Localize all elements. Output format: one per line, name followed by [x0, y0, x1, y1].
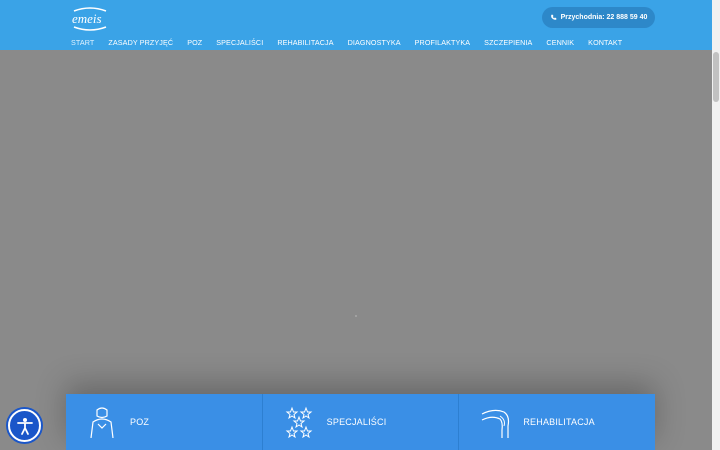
scrollbar-thumb[interactable] [713, 52, 719, 102]
card-poz[interactable]: POZ [66, 394, 263, 450]
nav-item-diagnostyka[interactable]: DIAGNOSTYKA [348, 38, 401, 47]
card-rehabilitacja[interactable]: REHABILITACJA [459, 394, 656, 450]
phone-label: Przychodnia: 22 888 59 40 [560, 14, 648, 21]
site-header: emeis Przychodnia: 22 888 59 40 START ZA… [0, 0, 712, 50]
loading-indicator [355, 315, 357, 317]
page-scrollbar[interactable] [712, 0, 720, 450]
hero-overlay [0, 50, 712, 450]
emeis-logo[interactable]: emeis [70, 5, 110, 33]
nav-item-specjalisci[interactable]: SPECJALIŚCI [216, 38, 263, 47]
service-cards: POZ SPECJALIŚCI REHABILITACJA [66, 394, 656, 450]
card-specjalisci-label: SPECJALIŚCI [326, 417, 387, 427]
body-icon [86, 405, 118, 439]
main-nav: START ZASADY PRZYJĘĆ POZ SPECJALIŚCI REH… [71, 38, 622, 47]
card-poz-label: POZ [130, 417, 150, 427]
accessibility-icon [16, 417, 33, 435]
nav-item-kontakt[interactable]: KONTAKT [588, 38, 622, 47]
phone-icon [550, 14, 556, 20]
accessibility-button[interactable] [8, 409, 41, 442]
card-rehabilitacja-label: REHABILITACJA [523, 417, 595, 427]
nav-item-rehabilitacja[interactable]: REHABILITACJA [277, 38, 333, 47]
knee-icon [479, 405, 511, 439]
stars-icon [283, 405, 315, 439]
nav-item-cennik[interactable]: CENNIK [546, 38, 574, 47]
nav-item-poz[interactable]: POZ [187, 38, 202, 47]
svg-text:emeis: emeis [72, 11, 102, 26]
nav-item-zasady[interactable]: ZASADY PRZYJĘĆ [108, 38, 173, 47]
card-specjalisci[interactable]: SPECJALIŚCI [262, 394, 460, 450]
nav-item-start[interactable]: START [71, 38, 94, 47]
nav-item-szczepienia[interactable]: SZCZEPIENIA [484, 38, 532, 47]
nav-item-profilaktyka[interactable]: PROFILAKTYKA [415, 38, 471, 47]
phone-button[interactable]: Przychodnia: 22 888 59 40 [542, 7, 655, 28]
